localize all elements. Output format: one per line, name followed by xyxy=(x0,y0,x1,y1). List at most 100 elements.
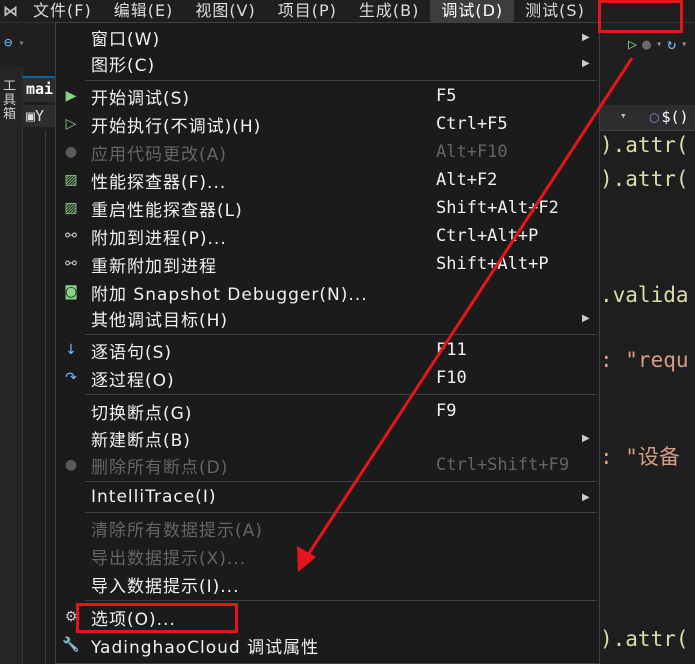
refresh-icon[interactable]: ↻ xyxy=(667,35,676,53)
dropdown-caret-icon[interactable]: ▾ xyxy=(18,38,24,49)
menu-item-label: 开始执行(不调试)(H) xyxy=(91,116,262,137)
menu-item-label: IntelliTrace(I) xyxy=(91,487,217,507)
menu-item-shortcut: Ctrl+Alt+P xyxy=(436,226,539,246)
menu-item-label: 新建断点(B) xyxy=(91,430,191,451)
menu-item-label: 性能探查器(F)... xyxy=(91,172,227,193)
menu-file[interactable]: 文件(F) xyxy=(22,0,103,22)
menu-view[interactable]: 视图(V) xyxy=(184,0,266,22)
menu-item-attach-snapshot-debugger[interactable]: ◙ 附加 Snapshot Debugger(N)... xyxy=(56,278,599,306)
start-without-debug-icon[interactable]: ▷ xyxy=(628,35,637,53)
code-line[interactable]: ).attr( xyxy=(600,132,689,158)
chevron-down-icon[interactable]: ▾ xyxy=(620,109,627,122)
member-selector-label: $() xyxy=(661,108,689,126)
attach-process-icon: ⚯ xyxy=(65,228,77,244)
menu-debug[interactable]: 调试(D) xyxy=(430,0,515,22)
menu-item-delete-all-breakpoints: ● 删除所有断点(D) Ctrl+Shift+F9 xyxy=(56,451,599,479)
step-into-icon: ↓ xyxy=(65,342,77,358)
delete-breakpoints-icon: ● xyxy=(64,457,78,473)
menu-item-other-debug-targets[interactable]: 其他调试目标(H) ▶ xyxy=(56,304,599,332)
hot-reload-caret-icon[interactable]: ▾ xyxy=(656,39,662,50)
code-line[interactable]: : "requ xyxy=(600,347,689,373)
toolbox-strip xyxy=(0,67,23,664)
menu-edit[interactable]: 编辑(E) xyxy=(103,0,185,22)
back-icon[interactable]: ⊖ xyxy=(4,35,12,51)
debug-toolbar: ▷ ● ▾ ↻ ▾ xyxy=(628,35,687,53)
menu-item-performance-profiler[interactable]: ▨ 性能探查器(F)... Alt+F2 xyxy=(56,166,599,194)
menu-item-graphics[interactable]: 图形(C) ▶ xyxy=(56,49,599,77)
menu-item-label: 逐过程(O) xyxy=(91,370,175,391)
menu-project[interactable]: 项目(P) xyxy=(267,0,348,22)
hot-reload-icon: ● xyxy=(64,144,78,160)
code-line[interactable]: ).attr( xyxy=(600,166,689,192)
menu-item-restart-profiler[interactable]: ▨ 重启性能探查器(L) Shift+Alt+F2 xyxy=(56,194,599,222)
menu-item-shortcut: F11 xyxy=(436,340,467,360)
code-line[interactable]: : "设备 xyxy=(600,444,680,470)
menu-item-label: 应用代码更改(A) xyxy=(91,144,227,165)
menu-item-label: 窗口(W) xyxy=(91,29,161,50)
menu-separator xyxy=(85,80,597,81)
menu-item-shortcut: Alt+F2 xyxy=(436,170,498,190)
menu-separator xyxy=(85,481,597,482)
play-outline-icon: ▷ xyxy=(65,116,77,132)
menu-item-debug-properties[interactable]: 🔧 YadinghaoCloud 调试属性 xyxy=(56,631,599,659)
profiler-icon: ▨ xyxy=(64,172,78,188)
menu-item-label: 清除所有数据提示(A) xyxy=(91,520,263,541)
submenu-arrow-icon: ▶ xyxy=(582,312,590,324)
menu-item-shortcut: Alt+F10 xyxy=(436,142,508,162)
menu-item-label: 切换断点(G) xyxy=(91,403,193,424)
menu-item-toggle-breakpoint[interactable]: 切换断点(G) F9 xyxy=(56,397,599,425)
refresh-caret-icon[interactable]: ▾ xyxy=(681,39,687,50)
menu-item-start-debugging[interactable]: ▶ 开始调试(S) F5 xyxy=(56,82,599,110)
editor-gutter xyxy=(45,130,46,664)
play-filled-icon: ▶ xyxy=(65,88,77,104)
menu-item-step-over[interactable]: ↷ 逐过程(O) F10 xyxy=(56,364,599,392)
menu-item-label: 重启性能探查器(L) xyxy=(91,200,243,221)
code-line[interactable]: .valida xyxy=(600,282,689,308)
menu-item-clear-all-datatips: 清除所有数据提示(A) xyxy=(56,514,599,542)
menu-separator xyxy=(85,394,597,395)
menu-item-new-breakpoint[interactable]: 新建断点(B) ▶ xyxy=(56,424,599,452)
menu-separator xyxy=(85,512,597,513)
menu-item-label: 其他调试目标(H) xyxy=(91,310,229,331)
menu-build[interactable]: 生成(B) xyxy=(348,0,430,22)
menu-item-start-without-debugging[interactable]: ▷ 开始执行(不调试)(H) Ctrl+F5 xyxy=(56,110,599,138)
menu-item-shortcut: F10 xyxy=(436,368,467,388)
menu-item-label: 附加 Snapshot Debugger(N)... xyxy=(91,284,368,305)
menu-item-shortcut: F5 xyxy=(436,86,457,106)
menu-item-attach-to-process[interactable]: ⚯ 附加到进程(P)... Ctrl+Alt+P xyxy=(56,222,599,250)
menu-item-shortcut: Shift+Alt+P xyxy=(436,254,549,274)
submenu-arrow-icon: ▶ xyxy=(582,432,590,444)
menu-bar: ⋈ 文件(F) 编辑(E) 视图(V) 项目(P) 生成(B) 调试(D) 测试… xyxy=(0,0,695,23)
menu-item-window[interactable]: 窗口(W) ▶ xyxy=(56,23,599,51)
menu-item-step-into[interactable]: ↓ 逐语句(S) F11 xyxy=(56,336,599,364)
menu-item-label: 导出数据提示(X)... xyxy=(91,548,247,569)
menu-separator xyxy=(85,600,597,601)
menu-test[interactable]: 测试(S) xyxy=(514,0,596,22)
code-line[interactable]: ).attr( xyxy=(600,626,689,652)
member-selector[interactable]: ⬡ $() xyxy=(649,108,689,126)
menu-item-label: 重新附加到进程 xyxy=(91,256,217,277)
toolbox-label[interactable]: 工具箱 xyxy=(3,80,19,122)
menu-item-intellitrace[interactable]: IntelliTrace(I) ▶ xyxy=(56,483,599,511)
member-dropdown[interactable]: ▾ ⬡ $() xyxy=(600,105,695,131)
wrench-icon: 🔧 xyxy=(62,637,80,653)
menu-item-shortcut: Ctrl+Shift+F9 xyxy=(436,455,570,475)
menu-item-label: 开始调试(S) xyxy=(91,88,191,109)
menu-item-label: 附加到进程(P)... xyxy=(91,228,227,249)
submenu-arrow-icon: ▶ xyxy=(582,31,590,43)
menu-item-label: 删除所有断点(D) xyxy=(91,457,229,478)
menu-item-shortcut: Ctrl+F5 xyxy=(436,114,508,134)
menu-item-label: 导入数据提示(I)... xyxy=(91,576,240,597)
menu-item-shortcut: Shift+Alt+F2 xyxy=(436,198,559,218)
menu-item-reattach-to-process[interactable]: ⚯ 重新附加到进程 Shift+Alt+P xyxy=(56,250,599,278)
snapshot-icon: ◙ xyxy=(64,284,78,300)
menu-item-label: 逐语句(S) xyxy=(91,342,173,363)
menu-item-apply-code-changes: ● 应用代码更改(A) Alt+F10 xyxy=(56,138,599,166)
hot-reload-icon[interactable]: ● xyxy=(642,35,651,53)
menu-item-label: 图形(C) xyxy=(91,55,156,76)
menu-item-import-datatips[interactable]: 导入数据提示(I)... xyxy=(56,570,599,598)
menu-item-shortcut: F9 xyxy=(436,401,457,421)
file-row-label: Y xyxy=(35,107,45,125)
menu-item-label: YadinghaoCloud 调试属性 xyxy=(91,637,320,658)
menu-separator xyxy=(85,334,597,335)
